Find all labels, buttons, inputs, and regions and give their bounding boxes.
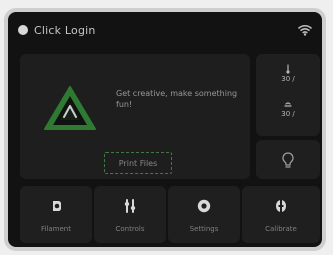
controls-icon <box>124 198 136 213</box>
bed-temp-icon <box>284 102 292 107</box>
print-files-button[interactable]: Print Files <box>104 152 172 174</box>
alert-triangle-logo <box>44 86 96 130</box>
nozzle-temp-value: 30 / <box>281 75 295 83</box>
bed-temp-value: 30 / <box>281 110 295 118</box>
filament-label: Filament <box>40 224 71 233</box>
light-bulb-icon <box>282 152 294 168</box>
login-title[interactable]: Click Login <box>34 24 96 37</box>
calibrate-icon <box>276 199 286 212</box>
calibrate-button[interactable]: Calibrate <box>242 186 320 243</box>
calibrate-label: Calibrate <box>265 224 297 233</box>
wifi-icon[interactable] <box>298 24 312 36</box>
welcome-message: Get creative, make something fun! <box>116 89 238 109</box>
user-dot-icon[interactable] <box>18 25 28 35</box>
nozzle-temp: 30 / <box>256 64 320 84</box>
settings-icon <box>197 199 211 212</box>
controls-button[interactable]: Controls <box>94 186 166 243</box>
bed-temp: 30 / <box>256 99 320 119</box>
top-bar: Click Login <box>8 12 322 48</box>
temperature-panel[interactable]: 30 / 30 / <box>256 54 320 136</box>
welcome-card: Get creative, make something fun! Print … <box>20 54 250 179</box>
filament-icon <box>51 200 61 211</box>
settings-button[interactable]: Settings <box>168 186 240 243</box>
device-screen: Click Login Get creative, make something… <box>4 8 326 251</box>
filament-button[interactable]: Filament <box>20 186 92 243</box>
controls-label: Controls <box>115 224 145 233</box>
light-panel[interactable] <box>256 140 320 179</box>
nozzle-temp-icon <box>286 64 290 74</box>
settings-label: Settings <box>189 224 219 233</box>
